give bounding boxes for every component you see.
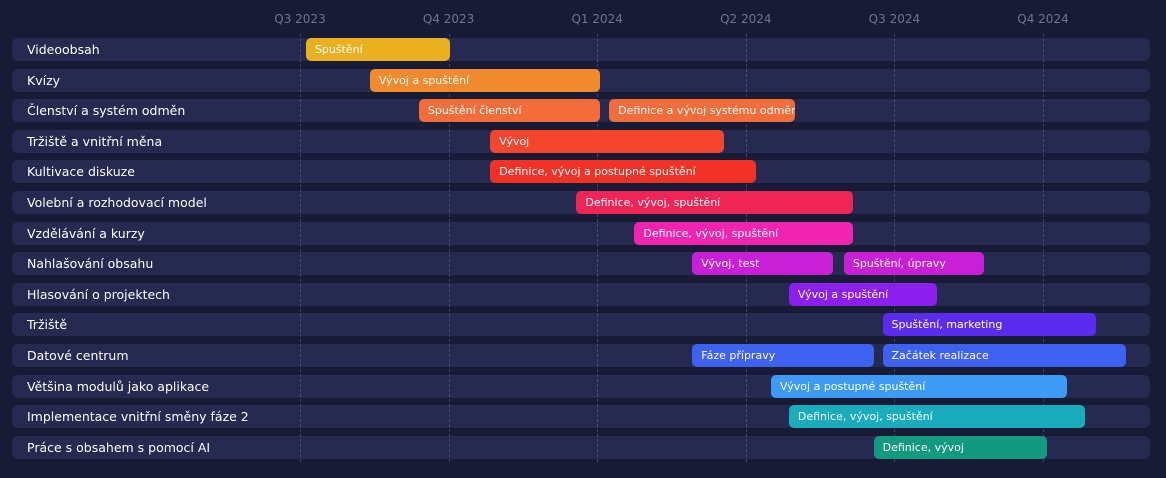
task-bar-label: Spuštění členství — [427, 104, 522, 118]
task-bar-label: Spuštění, marketing — [891, 318, 1003, 332]
quarter-gridline — [597, 34, 599, 462]
row-label: Videoobsah — [27, 42, 100, 57]
task-bar[interactable]: Fáze přípravy — [692, 344, 874, 367]
row-track: Vzdělávání a kurzy — [12, 221, 1150, 245]
task-bar-label: Spuštění — [314, 43, 363, 56]
row-label: Kultivace diskuze — [27, 164, 135, 180]
quarter-gridline — [745, 34, 747, 462]
quarter-label: Q3 2024 — [868, 12, 921, 26]
quarter-gridline — [448, 34, 450, 462]
row-label: Většina modulů jako aplikace — [27, 378, 210, 394]
task-bar-label: Vývoj, test — [701, 257, 760, 271]
quarter-gridline — [300, 34, 301, 462]
task-bar[interactable]: Spuštění členství — [418, 99, 601, 123]
task-bar[interactable]: Definice, vývoj a postupné spuštění — [490, 160, 757, 184]
task-bar[interactable]: Definice, vývoj, spuštění — [788, 405, 1085, 429]
task-bar-label: Definice a vývoj systému odměn — [618, 104, 795, 118]
task-bar-label: Spuštění, úpravy — [852, 257, 946, 271]
task-bar-label: Definice, vývoj a postupné spuštění — [499, 165, 696, 179]
task-bar[interactable]: Vývoj a postupné spuštění — [771, 374, 1067, 398]
task-bar[interactable]: Spuštění, úpravy — [843, 252, 984, 276]
task-bar[interactable]: Definice, vývoj, spuštění — [634, 221, 853, 245]
roadmap-gantt-chart: Q3 2023 Q4 2023 Q1 2024 Q2 2024 Q3 2024 Q4 20… — [0, 0, 1166, 478]
row-label: Tržiště a vnitřní měna — [27, 133, 163, 149]
quarter-gridline — [1043, 34, 1044, 462]
row-label: Vzdělávání a kurzy — [27, 225, 145, 241]
quarter-label: Q1 2024 — [571, 12, 623, 26]
row-label: Volební a rozhodovací model — [27, 195, 207, 210]
task-bar[interactable]: Vývoj a spuštění — [788, 282, 938, 306]
row-label: Nahlašování obsahu — [27, 256, 154, 272]
task-bar-label: Definice, vývoj, spuštění — [585, 196, 721, 209]
row-label: Členství a systém odměn — [27, 103, 186, 119]
quarter-label: Q3 2023 — [274, 12, 326, 26]
task-bar[interactable]: Spuštění — [305, 38, 451, 61]
task-bar[interactable]: Spuštění, marketing — [882, 313, 1097, 337]
task-bar[interactable]: Definice, vývoj — [873, 435, 1048, 459]
row-track: Hlasování o projektech — [12, 282, 1150, 306]
row-track: Videoobsah — [12, 38, 1150, 61]
row-label: Datové centrum — [27, 348, 129, 363]
row-label: Hlasování o projektech — [27, 286, 170, 302]
task-bar-label: Vývoj a postupné spuštění — [780, 379, 926, 393]
quarter-label: Q2 2024 — [720, 12, 772, 26]
task-bar-label: Vývoj a spuštění — [797, 287, 889, 301]
row-label: Kvízy — [27, 72, 61, 88]
row-label: Tržiště — [27, 317, 68, 333]
quarter-gridline — [894, 34, 896, 462]
row-label: Implementace vnitřní směny fáze 2 — [27, 409, 249, 425]
task-bar[interactable]: Vývoj a spuštění — [369, 68, 601, 92]
quarter-label: Q4 2023 — [422, 12, 475, 26]
quarter-label: Q4 2024 — [1017, 12, 1069, 26]
task-bar-label: Definice, vývoj, spuštění — [797, 410, 933, 424]
task-bar-label: Vývoj — [499, 134, 530, 148]
task-bar-label: Fáze přípravy — [701, 349, 776, 362]
task-bar-label: Definice, vývoj, spuštění — [643, 226, 779, 240]
task-bar-label: Definice, vývoj — [882, 440, 964, 454]
task-bar[interactable]: Definice a vývoj systému odměn — [609, 99, 795, 123]
row-label: Práce s obsahem s pomocí AI — [27, 439, 211, 455]
task-bar[interactable]: Vývoj, test — [692, 252, 834, 276]
task-bar[interactable]: Vývoj — [490, 129, 724, 153]
task-bar[interactable]: Definice, vývoj, spuštění — [576, 191, 853, 214]
task-bar-label: Vývoj a spuštění — [378, 73, 470, 87]
task-bar-label: Začátek realizace — [891, 349, 989, 362]
task-bar[interactable]: Začátek realizace — [882, 344, 1127, 367]
